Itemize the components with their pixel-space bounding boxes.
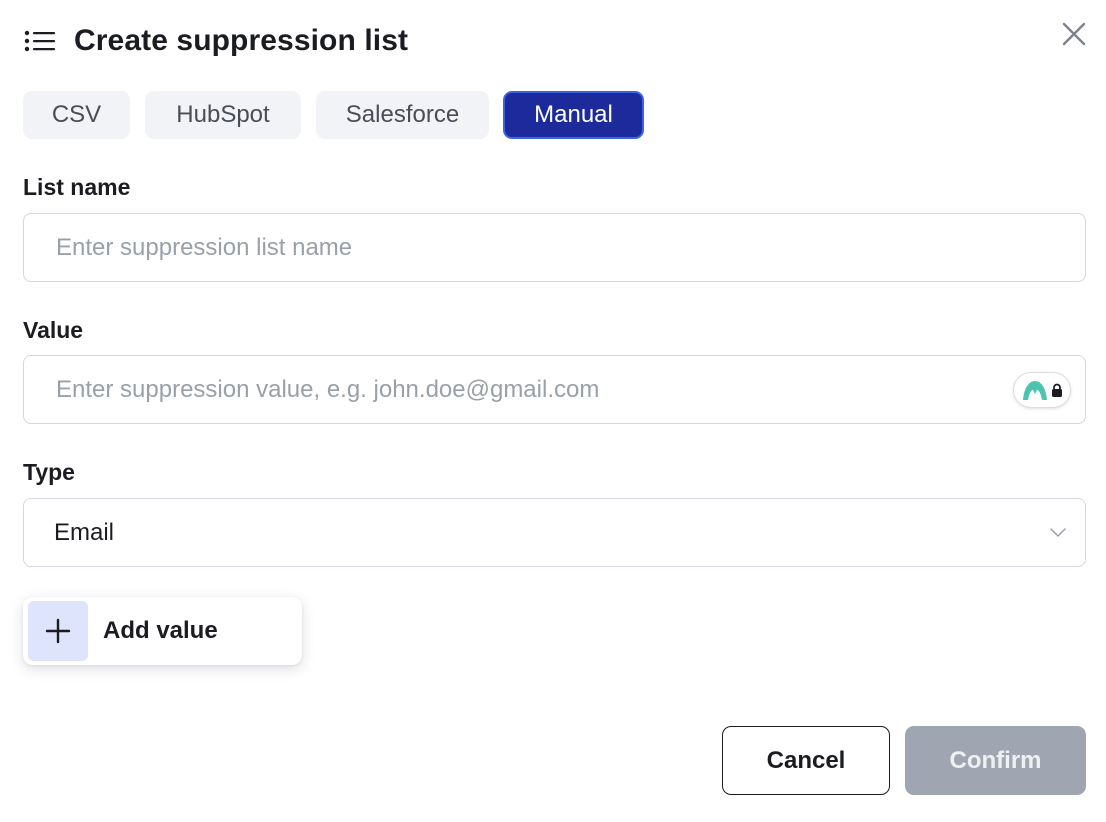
list-icon: [24, 29, 56, 53]
list-name-input[interactable]: [54, 214, 1085, 281]
tab-hubspot[interactable]: HubSpot: [145, 91, 301, 139]
confirm-button[interactable]: Confirm: [905, 726, 1086, 795]
plus-icon-container: [28, 601, 88, 661]
value-field-wrapper: [23, 355, 1086, 424]
create-suppression-list-modal: Create suppression list CSV HubSpot Sale…: [0, 0, 1106, 822]
modal-header: Create suppression list: [24, 22, 408, 60]
cancel-button[interactable]: Cancel: [722, 726, 890, 795]
plus-icon: [45, 618, 71, 644]
tab-csv[interactable]: CSV: [23, 91, 130, 139]
list-name-field-wrapper: [23, 213, 1086, 282]
password-manager-badge[interactable]: [1013, 372, 1071, 408]
tab-manual[interactable]: Manual: [503, 91, 644, 139]
tab-salesforce[interactable]: Salesforce: [316, 91, 489, 139]
password-manager-logo-icon: [1022, 381, 1047, 400]
close-button[interactable]: [1058, 18, 1090, 50]
source-tabs: CSV HubSpot Salesforce Manual: [23, 91, 644, 139]
modal-title: Create suppression list: [74, 24, 409, 57]
type-selected-value: Email: [54, 518, 115, 546]
type-select[interactable]: Email: [23, 498, 1086, 567]
list-name-label: List name: [23, 174, 131, 200]
add-value-label: Add value: [103, 617, 218, 644]
value-label: Value: [23, 317, 84, 343]
add-value-button[interactable]: Add value: [23, 597, 302, 665]
lock-icon: [1051, 383, 1062, 397]
type-label: Type: [23, 459, 75, 485]
chevron-down-icon: [1050, 528, 1066, 537]
value-input[interactable]: [54, 356, 1085, 423]
close-icon: [1062, 22, 1086, 46]
